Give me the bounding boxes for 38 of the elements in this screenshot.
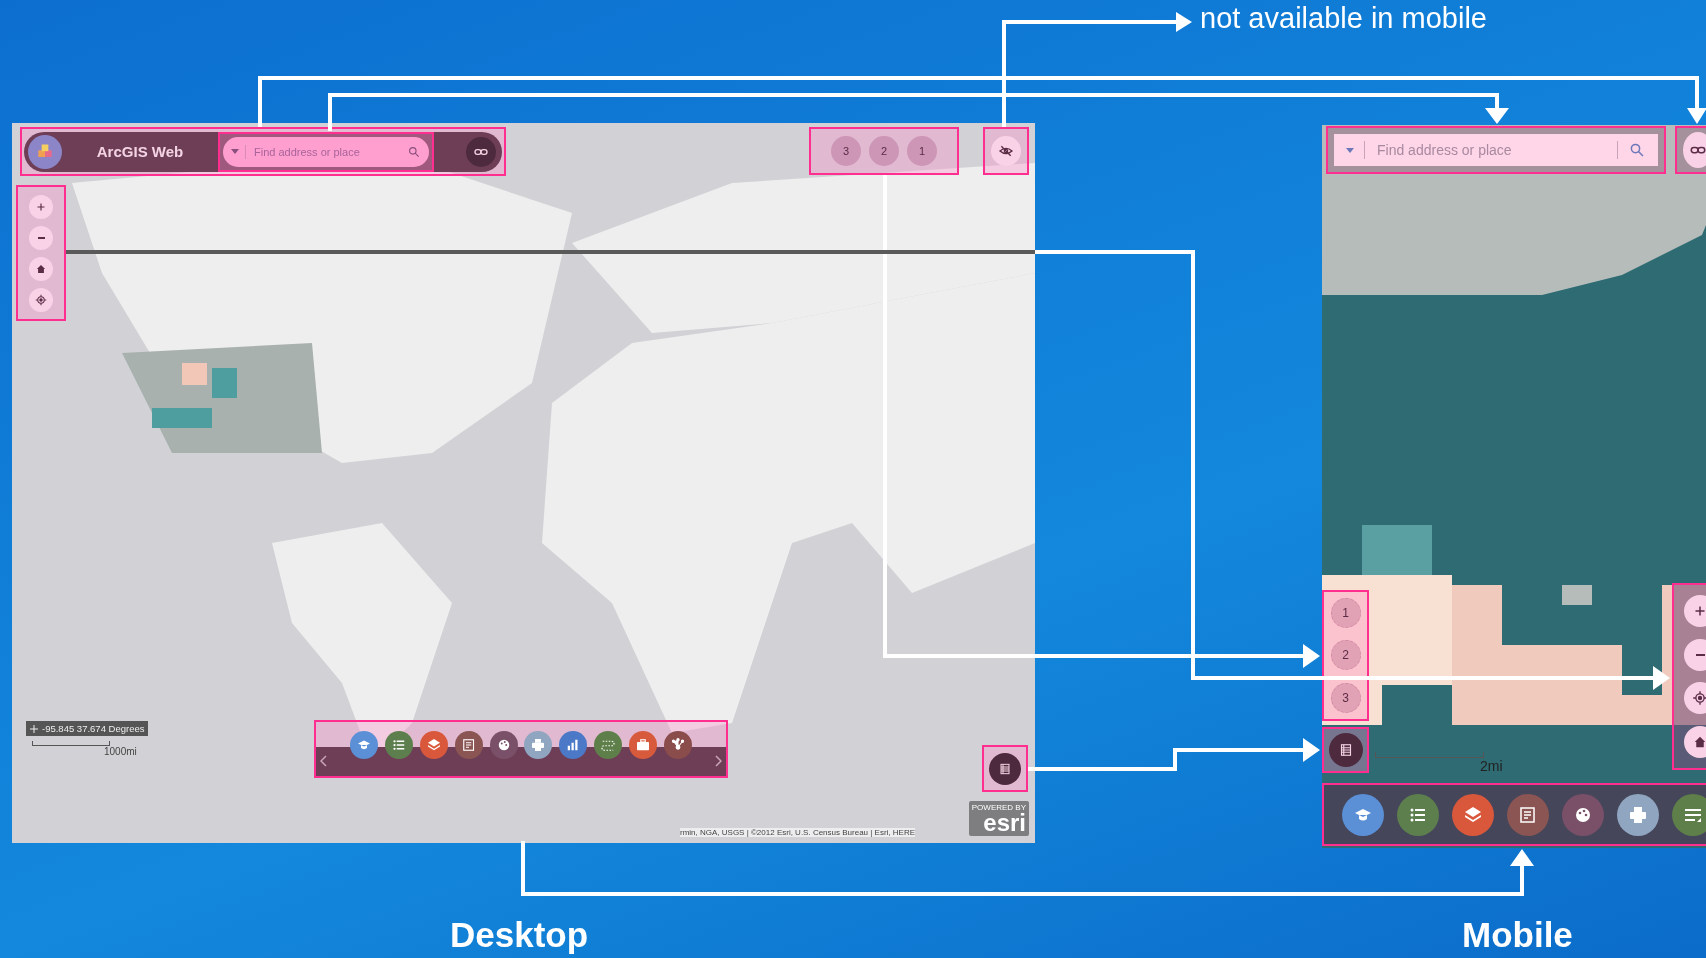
- search-icon: [407, 144, 421, 159]
- desktop-label: Desktop: [450, 915, 589, 955]
- bullet-list-button[interactable]: [384, 731, 413, 759]
- bookmark-button[interactable]: 1: [907, 136, 937, 166]
- bookmark-button[interactable]: 2: [869, 136, 899, 166]
- locate-icon: [1691, 689, 1706, 708]
- coordinates-text: -95.845 37.674 Degrees: [42, 723, 145, 734]
- scale-label: 2mi: [1480, 758, 1503, 774]
- caret-icon: [231, 149, 239, 154]
- search-field[interactable]: Find address or place: [1334, 134, 1658, 166]
- hidden-eye-icon: [998, 143, 1014, 159]
- graduation-cap-button[interactable]: [350, 731, 378, 759]
- search-input[interactable]: Find address or place: [245, 144, 401, 159]
- bookmark-button[interactable]: 3: [1330, 682, 1361, 713]
- annotation-text: not available in mobile: [1200, 2, 1487, 35]
- locate-icon: [34, 292, 48, 307]
- mobile-label: Mobile: [1462, 915, 1573, 955]
- search-icon: [1628, 141, 1646, 159]
- network-button[interactable]: [663, 731, 692, 759]
- search-input[interactable]: Find address or place: [1364, 141, 1618, 159]
- notes-button[interactable]: [454, 731, 483, 759]
- zoom-out-icon: [37, 236, 45, 239]
- route-button[interactable]: [594, 731, 623, 759]
- link-button[interactable]: [466, 136, 496, 167]
- caret-icon: [1346, 147, 1354, 153]
- search-field[interactable]: Find address or place: [223, 136, 429, 167]
- scale-label: 1000mi: [104, 746, 137, 757]
- bookmark-button[interactable]: 3: [831, 136, 861, 166]
- briefcase-button[interactable]: [629, 731, 657, 759]
- crosshair-icon: [30, 724, 38, 733]
- app-title: ArcGIS Web: [95, 143, 185, 160]
- bar-chart-button[interactable]: [559, 731, 588, 759]
- bookmark-button[interactable]: 1: [1330, 598, 1361, 629]
- zoom-out-icon: [1695, 653, 1705, 656]
- esri-logo: POWERED BY esri: [968, 801, 1029, 836]
- map-attribution: rmin, NGA, USGS | ©2012 Esri, U.S. Census Bureau | Esri, HERE: [680, 828, 915, 837]
- layers-button[interactable]: [419, 731, 448, 759]
- bookmark-button[interactable]: 2: [1330, 640, 1361, 671]
